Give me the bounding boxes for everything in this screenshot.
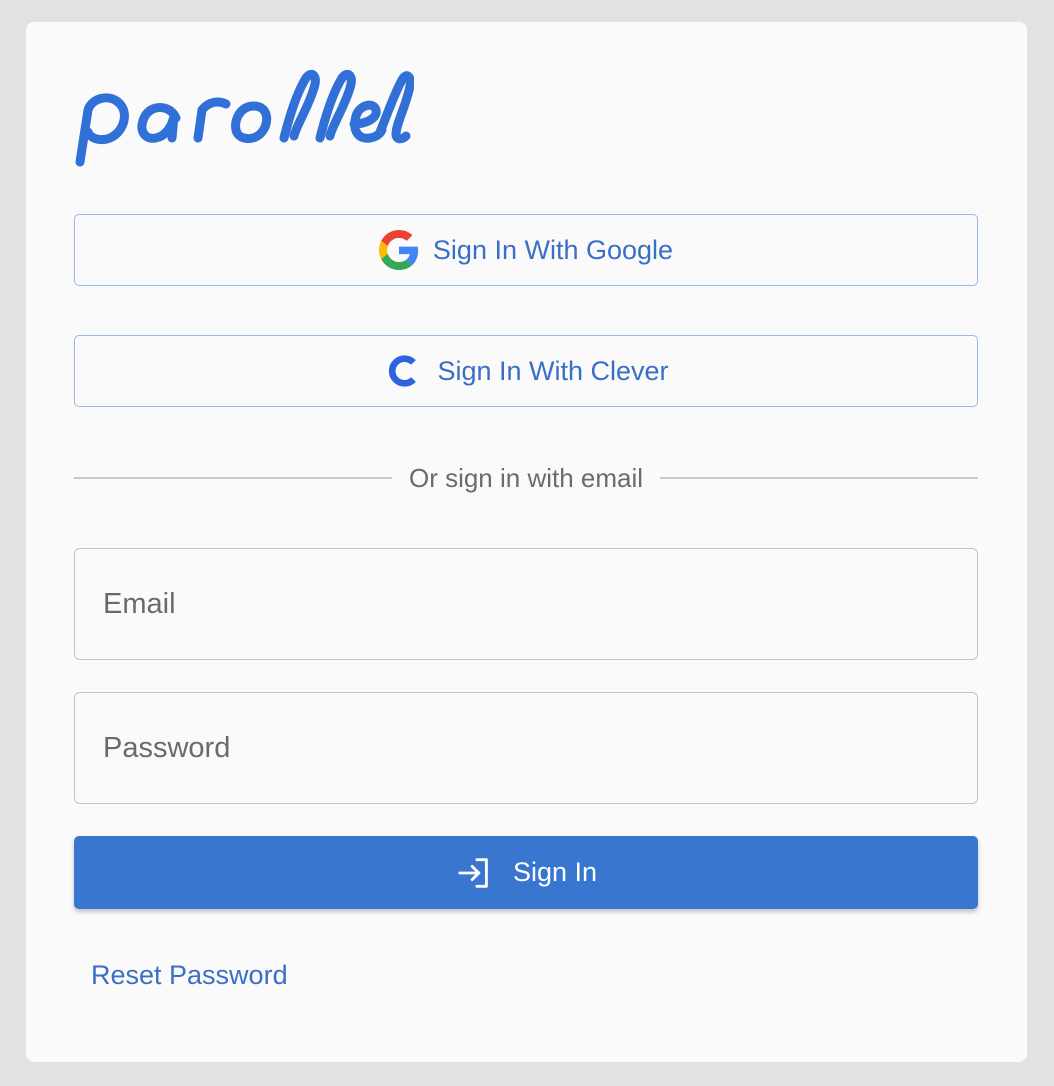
reset-password-link[interactable]: Reset Password <box>91 960 288 991</box>
sign-in-button-label: Sign In <box>512 857 598 887</box>
divider-line-right <box>660 477 979 479</box>
login-card: Sign In With Google Sign In With Clever … <box>26 22 1027 1062</box>
password-input[interactable] <box>103 731 977 765</box>
divider-line-left <box>74 477 392 479</box>
google-button-label: Sign In With Google <box>432 234 674 265</box>
sign-in-arrow-icon <box>455 853 495 893</box>
google-g-icon <box>378 230 419 270</box>
email-divider: Or sign in with email <box>74 458 979 498</box>
sign-in-with-google-button[interactable]: Sign In With Google <box>74 214 978 286</box>
divider-text: Or sign in with email <box>408 462 644 493</box>
password-field-container <box>74 692 978 804</box>
sign-in-button[interactable]: Sign In <box>74 836 978 909</box>
clever-c-icon <box>383 351 423 391</box>
clever-button-label: Sign In With Clever <box>437 355 669 386</box>
parallel-logo <box>74 68 414 168</box>
email-field-container <box>74 548 978 660</box>
sign-in-with-clever-button[interactable]: Sign In With Clever <box>74 335 978 407</box>
email-input[interactable] <box>103 587 977 621</box>
